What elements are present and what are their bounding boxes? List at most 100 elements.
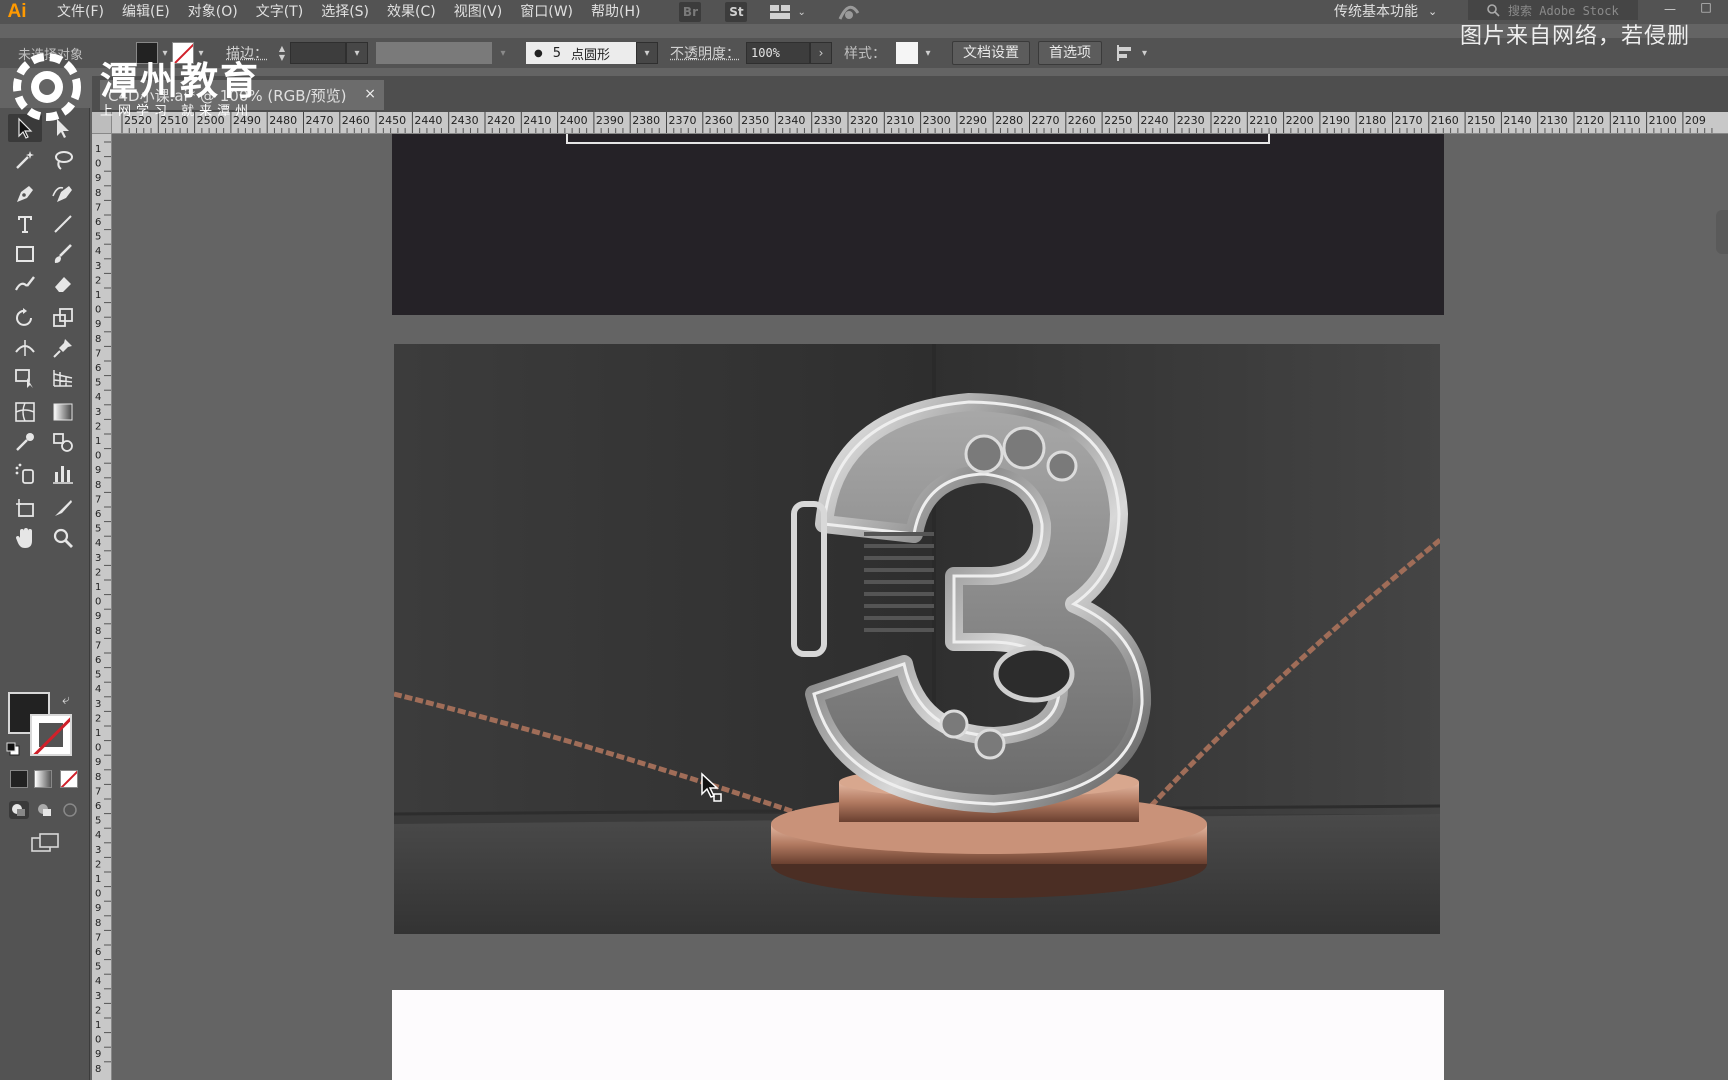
stroke-weight-dropdown[interactable]: ▾ [346, 42, 368, 64]
ruler-label: 5 [95, 232, 101, 243]
ruler-label: 2400 [560, 114, 588, 127]
slice-tool[interactable] [46, 494, 80, 522]
artboard-white[interactable] [392, 990, 1444, 1080]
brush-definition[interactable]: ● 5 点圆形 [526, 42, 636, 64]
magic-wand-tool[interactable] [8, 146, 42, 174]
ruler-label: 2370 [669, 114, 697, 127]
document-setup-button[interactable]: 文档设置 [952, 41, 1030, 65]
type-tool[interactable] [8, 210, 42, 238]
gradient-tool[interactable] [46, 398, 80, 426]
arrange-documents-icon [770, 5, 791, 19]
menu-edit[interactable]: 编辑(E) [113, 0, 179, 24]
watermark-title: 潭州教育 [100, 59, 261, 103]
bridge-button[interactable]: Br [679, 2, 702, 22]
opacity-label[interactable]: 不透明度： [670, 43, 740, 63]
ruler-label: 3 [95, 407, 101, 418]
workspace-switcher[interactable]: 传统基本功能 ⌄ [1334, 0, 1437, 24]
default-colors-icon[interactable] [6, 742, 20, 756]
vertical-ruler[interactable]: 1098765432109876543210987654321098765432… [92, 134, 112, 1080]
menu-effect[interactable]: 效果(C) [378, 0, 445, 24]
perspective-grid-tool[interactable] [46, 364, 80, 392]
gpu-performance-icon[interactable] [836, 1, 862, 23]
menu-view[interactable]: 视图(V) [445, 0, 512, 24]
draw-normal-icon[interactable] [8, 800, 30, 820]
draw-inside-icon[interactable] [60, 800, 82, 820]
ruler-label: 2220 [1213, 114, 1241, 127]
ruler-label: 2 [95, 567, 101, 578]
stock-button[interactable]: St [725, 2, 748, 22]
swap-fill-stroke-icon[interactable]: ⤶ [62, 692, 70, 708]
pen-nib-icon [17, 186, 33, 202]
ruler-label: 9 [95, 1049, 101, 1060]
align-icon[interactable] [1116, 43, 1138, 63]
ruler-label: 2 [95, 421, 101, 432]
scale-tool[interactable] [46, 304, 80, 332]
stroke-color-box[interactable] [30, 714, 72, 756]
shaper-tool[interactable] [8, 270, 42, 298]
ruler-label: 6 [95, 217, 101, 228]
eyedropper-tool[interactable] [8, 428, 42, 456]
lasso-tool[interactable] [46, 146, 80, 174]
puppet-warp-tool[interactable] [46, 334, 80, 362]
eraser-tool[interactable] [46, 270, 80, 298]
pin-icon [53, 339, 72, 358]
screen-mode-icon[interactable] [30, 832, 60, 854]
search-placeholder: 搜索 Adobe Stock [1508, 3, 1619, 18]
column-graph-tool[interactable] [46, 460, 80, 488]
ruler-label: 2270 [1032, 114, 1060, 127]
menu-window[interactable]: 窗口(W) [511, 0, 582, 24]
symbol-sprayer-tool[interactable] [8, 460, 42, 488]
menu-type[interactable]: 文字(T) [247, 0, 312, 24]
paintbrush-tool[interactable] [46, 240, 80, 268]
close-icon[interactable]: × [364, 86, 376, 102]
stock-search-field[interactable]: 搜索 Adobe Stock [1468, 0, 1638, 20]
chevron-down-icon[interactable]: ▾ [492, 42, 514, 64]
maximize-button[interactable]: □ [1698, 0, 1714, 14]
none-mode-button[interactable] [60, 770, 78, 788]
menu-select[interactable]: 选择(S) [312, 0, 378, 24]
gradient-mode-button[interactable] [34, 770, 52, 788]
horizontal-ruler[interactable]: 2520 2510 2500 2490 2480 2470 2460 2450 2440 2430… [92, 112, 1728, 134]
stroke-weight-stepper[interactable]: ▲ ▼ [274, 41, 290, 65]
menu-object[interactable]: 对象(O) [179, 0, 247, 24]
artboard-dark[interactable] [392, 134, 1444, 315]
curvature-tool[interactable] [46, 180, 80, 208]
artwork-image[interactable] [394, 344, 1440, 934]
mesh-tool[interactable] [8, 398, 42, 426]
rotate-tool[interactable] [8, 304, 42, 332]
ruler-label: 0 [95, 889, 101, 900]
opacity-input[interactable]: 100% [746, 42, 810, 64]
stroke-weight-input[interactable] [290, 42, 346, 64]
chevron-down-icon[interactable]: ▾ [918, 48, 938, 59]
pen-tool[interactable] [8, 180, 42, 208]
variable-width-profile[interactable] [376, 42, 492, 64]
preferences-button[interactable]: 首选项 [1038, 41, 1102, 65]
zoom-tool[interactable] [46, 524, 80, 552]
blend-tool[interactable] [46, 428, 80, 456]
hand-tool[interactable] [8, 524, 42, 552]
graphic-style-swatch[interactable] [896, 42, 918, 64]
artboard-tool[interactable] [8, 494, 42, 522]
ruler-label: 8 [95, 626, 101, 637]
color-mode-button[interactable] [10, 770, 28, 788]
line-tool[interactable] [46, 210, 80, 238]
free-transform-tool[interactable] [8, 364, 42, 392]
opacity-expand-button[interactable]: › [810, 42, 832, 64]
arrange-documents-button[interactable]: ⌄ [769, 4, 806, 20]
app-logo: Ai [7, 1, 27, 22]
rectangle-tool[interactable] [8, 240, 42, 268]
ruler-label: 1 [95, 290, 101, 301]
ruler-label: 8 [95, 480, 101, 491]
panel-collapse-handle[interactable] [1716, 210, 1728, 254]
minimize-button[interactable]: — [1660, 2, 1680, 16]
chevron-down-icon[interactable]: ▾ [1142, 48, 1147, 59]
ruler-label: 9 [95, 757, 101, 768]
width-tool[interactable] [8, 334, 42, 362]
scale-icon [53, 308, 73, 327]
brush-definition-dropdown[interactable]: ▾ [636, 42, 658, 64]
width-icon [15, 340, 35, 356]
ruler-label: 2210 [1249, 114, 1277, 127]
draw-behind-icon[interactable] [34, 800, 56, 820]
menu-help[interactable]: 帮助(H) [582, 0, 649, 24]
menu-file[interactable]: 文件(F) [48, 0, 113, 24]
